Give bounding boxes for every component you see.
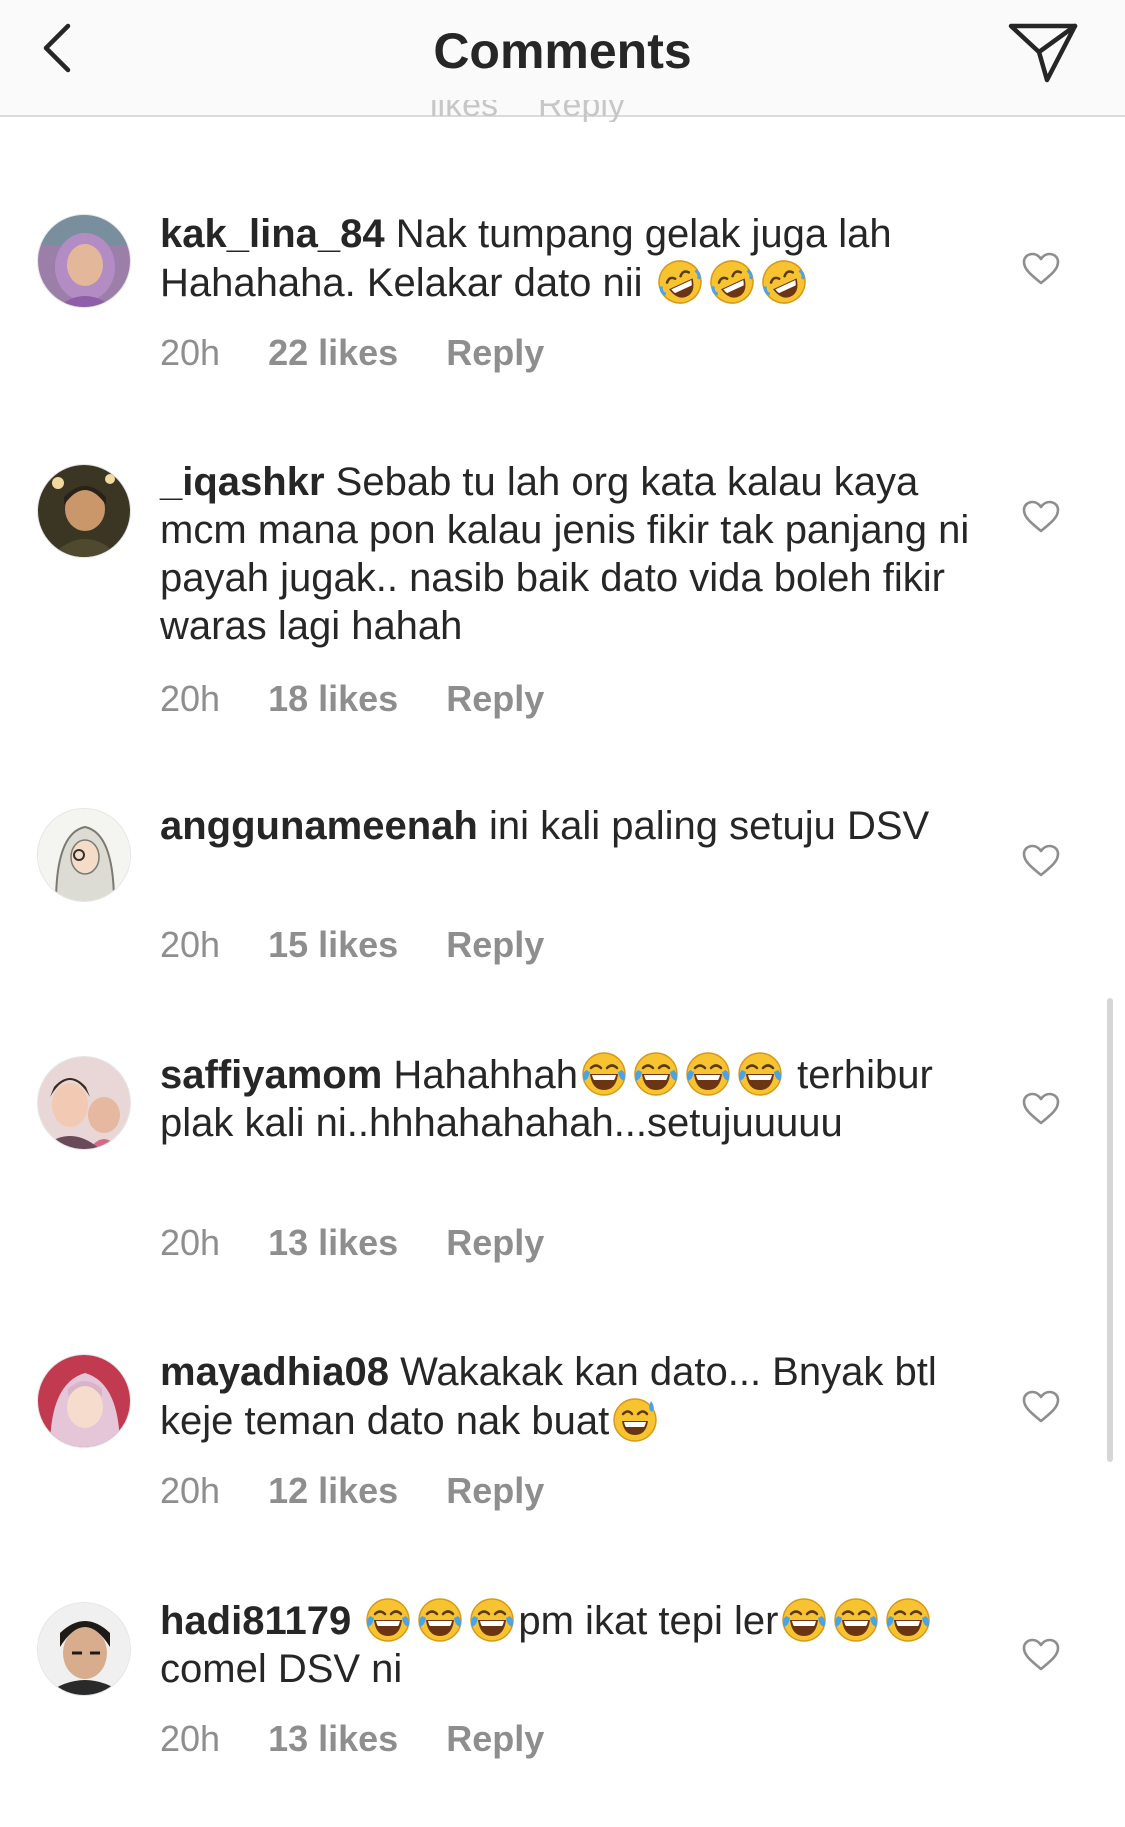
comment-time: 20h xyxy=(160,1718,221,1759)
comment-username[interactable]: anggunameenah xyxy=(160,804,478,848)
paper-plane-icon xyxy=(1008,23,1078,83)
tears-of-joy-emoji xyxy=(884,1596,932,1644)
rolling-on-floor-laughing-emoji xyxy=(760,258,808,306)
avatar[interactable] xyxy=(37,808,131,902)
avatar[interactable] xyxy=(37,214,131,308)
comment-username[interactable]: mayadhia08 xyxy=(160,1350,389,1394)
avatar-photo xyxy=(38,1603,130,1695)
rolling-on-floor-laughing-emoji xyxy=(708,258,756,306)
comment-text: kak_lina_84 Nak tumpang gelak juga lah H… xyxy=(160,210,980,307)
tears-of-joy-emoji xyxy=(736,1050,784,1098)
tears-of-joy-emoji xyxy=(364,1596,412,1644)
comment-meta: 20h 22 likes Reply xyxy=(160,332,544,374)
reply-button[interactable]: Reply xyxy=(446,1470,544,1512)
partial-reply[interactable]: Reply xyxy=(538,100,625,122)
comment-username[interactable]: kak_lina_84 xyxy=(160,212,385,256)
comment-likes[interactable]: 15 likes xyxy=(268,924,398,966)
tears-of-joy-emoji xyxy=(580,1050,628,1098)
heart-icon[interactable] xyxy=(1022,1390,1060,1424)
comment-text: saffiyamom Hahahhah terhibur plak kali n… xyxy=(160,1050,980,1147)
comment-body: ini kali paling setuju DSV xyxy=(477,804,930,848)
reply-button[interactable]: Reply xyxy=(446,924,544,966)
tears-of-joy-emoji xyxy=(632,1050,680,1098)
comment-likes[interactable]: 13 likes xyxy=(268,1718,398,1760)
reply-button[interactable]: Reply xyxy=(446,1718,544,1760)
comment-time: 20h xyxy=(160,1222,221,1263)
reply-button[interactable]: Reply xyxy=(446,332,544,374)
comment-meta: 20h 12 likes Reply xyxy=(160,1470,544,1512)
avatar-photo xyxy=(38,215,130,307)
scrollbar[interactable] xyxy=(1107,998,1113,1462)
comment-time: 20h xyxy=(160,1470,221,1511)
reply-button[interactable]: Reply xyxy=(446,1222,544,1264)
rolling-on-floor-laughing-emoji xyxy=(656,258,704,306)
comment-time: 20h xyxy=(160,924,221,965)
heart-icon[interactable] xyxy=(1022,500,1060,534)
page-title: Comments xyxy=(433,23,692,79)
avatar-photo xyxy=(38,1355,130,1447)
avatar[interactable] xyxy=(37,1056,131,1150)
comment-text: hadi81179 pm ikat tepi ler comel DSV ni xyxy=(160,1596,980,1693)
avatar[interactable] xyxy=(37,1602,131,1696)
heart-icon[interactable] xyxy=(1022,1092,1060,1126)
avatar[interactable] xyxy=(37,1354,131,1448)
comment-meta: 20h 15 likes Reply xyxy=(160,924,544,966)
tears-of-joy-emoji xyxy=(684,1050,732,1098)
reply-button[interactable]: Reply xyxy=(446,678,544,720)
comment-meta: 20h 13 likes Reply xyxy=(160,1222,544,1264)
comment-text: _iqashkr Sebab tu lah org kata kalau kay… xyxy=(160,458,980,650)
avatar-photo xyxy=(38,465,130,557)
comment-body: Hahahhah xyxy=(382,1053,579,1097)
tears-of-joy-emoji xyxy=(468,1596,516,1644)
comment-likes[interactable]: 18 likes xyxy=(268,678,398,720)
comment-body-continued: comel DSV ni xyxy=(160,1647,403,1691)
comment-time: 20h xyxy=(160,678,221,719)
heart-icon[interactable] xyxy=(1022,844,1060,878)
comment-username[interactable]: hadi81179 xyxy=(160,1599,351,1643)
tears-of-joy-emoji xyxy=(416,1596,464,1644)
comment-meta: 20h 13 likes Reply xyxy=(160,1718,544,1760)
avatar-photo xyxy=(38,809,130,901)
tears-of-joy-emoji xyxy=(832,1596,880,1644)
comment-likes[interactable]: 22 likes xyxy=(268,332,398,374)
comment-meta: 20h 18 likes Reply xyxy=(160,678,544,720)
comment-body: pm ikat tepi ler xyxy=(518,1599,779,1643)
avatar-photo xyxy=(38,1057,130,1149)
heart-icon[interactable] xyxy=(1022,1638,1060,1672)
partial-comment-meta: likes Reply xyxy=(430,100,630,122)
avatar[interactable] xyxy=(37,464,131,558)
tears-of-joy-emoji xyxy=(780,1596,828,1644)
comment-likes[interactable]: 13 likes xyxy=(268,1222,398,1264)
heart-icon[interactable] xyxy=(1022,252,1060,286)
comment-username[interactable]: saffiyamom xyxy=(160,1053,382,1097)
comment-time: 20h xyxy=(160,332,221,373)
grinning-sweat-emoji xyxy=(611,1396,659,1444)
comment-likes[interactable]: 12 likes xyxy=(268,1470,398,1512)
comment-username[interactable]: _iqashkr xyxy=(160,460,325,504)
comment-text: anggunameenah ini kali paling setuju DSV xyxy=(160,802,980,850)
comment-text: mayadhia08 Wakakak kan dato... Bnyak btl… xyxy=(160,1348,980,1445)
partial-likes: likes xyxy=(430,100,499,122)
share-button[interactable] xyxy=(1005,18,1081,86)
